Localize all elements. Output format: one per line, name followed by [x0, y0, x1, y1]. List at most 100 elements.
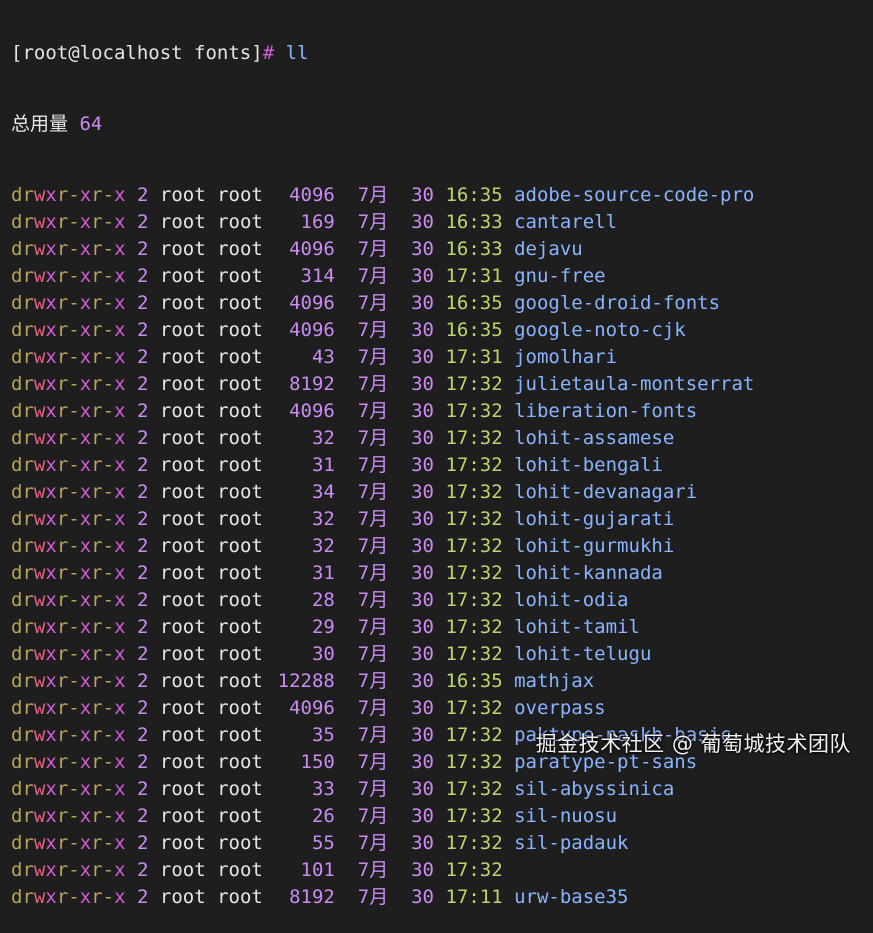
file-size: 32: [311, 535, 335, 557]
total-line: 总用量 64: [11, 111, 873, 138]
day: 30: [411, 211, 434, 233]
directory-name[interactable]: gnu-free: [514, 265, 606, 287]
directory-name[interactable]: lohit-gurmukhi: [514, 535, 674, 557]
day: 30: [411, 886, 434, 908]
day: 30: [411, 751, 434, 773]
group: root: [217, 832, 263, 854]
permissions: drwxr-xr-x: [11, 184, 126, 206]
file-size: 12288: [277, 670, 335, 692]
directory-name[interactable]: lohit-kannada: [514, 562, 663, 584]
permissions: drwxr-xr-x: [11, 238, 126, 260]
time: 17:31: [445, 265, 503, 287]
group: root: [217, 751, 263, 773]
permissions: drwxr-xr-x: [11, 481, 126, 503]
directory-name[interactable]: google-droid-fonts: [514, 292, 720, 314]
month: 7月: [357, 805, 389, 827]
day: 30: [411, 805, 434, 827]
time: 17:32: [445, 508, 503, 530]
listing-row: drwxr-xr-x 2 root root 101 7月 30 17:32: [11, 857, 873, 884]
permissions: drwxr-xr-x: [11, 373, 126, 395]
month: 7月: [357, 508, 389, 530]
directory-name[interactable]: lohit-assamese: [514, 427, 674, 449]
terminal-window[interactable]: [root@localhost fonts]# ll 总用量 64 drwxr-…: [0, 0, 873, 908]
day: 30: [411, 292, 434, 314]
owner: root: [159, 184, 206, 206]
link-count: 2: [136, 778, 149, 800]
owner: root: [159, 670, 206, 692]
day: 30: [411, 859, 434, 881]
owner: root: [159, 400, 206, 422]
link-count: 2: [136, 319, 149, 341]
group: root: [217, 454, 263, 476]
owner: root: [159, 535, 206, 557]
day: 30: [411, 238, 434, 260]
day: 30: [411, 832, 434, 854]
group: root: [217, 778, 263, 800]
prompt-user-host-dir: root@localhost fonts: [22, 42, 252, 64]
directory-name[interactable]: sil-abyssinica: [514, 778, 674, 800]
file-size: 32: [311, 427, 335, 449]
time: 17:32: [445, 562, 503, 584]
directory-name[interactable]: julietaula-montserrat: [514, 373, 754, 395]
time: 17:32: [445, 616, 503, 638]
directory-name[interactable]: cantarell: [514, 211, 617, 233]
month: 7月: [357, 859, 389, 881]
day: 30: [411, 589, 434, 611]
link-count: 2: [136, 805, 149, 827]
directory-name[interactable]: mathjax: [514, 670, 594, 692]
owner: root: [159, 238, 206, 260]
directory-name[interactable]: lohit-devanagari: [514, 481, 697, 503]
day: 30: [411, 508, 434, 530]
listing-row: drwxr-xr-x 2 root root 32 7月 30 17:32 loh…: [11, 425, 873, 452]
time: 17:32: [445, 832, 503, 854]
group: root: [217, 670, 263, 692]
listing-row: drwxr-xr-x 2 root root 31 7月 30 17:32 loh…: [11, 452, 873, 479]
link-count: 2: [136, 346, 149, 368]
link-count: 2: [136, 454, 149, 476]
permissions: drwxr-xr-x: [11, 535, 126, 557]
directory-name[interactable]: sil-nuosu: [514, 805, 617, 827]
permissions: drwxr-xr-x: [11, 805, 126, 827]
listing-row: drwxr-xr-x 2 root root 34 7月 30 17:32 loh…: [11, 479, 873, 506]
group: root: [217, 859, 263, 881]
command-text: ll: [285, 42, 309, 64]
file-size: 33: [311, 778, 335, 800]
directory-name[interactable]: liberation-fonts: [514, 400, 697, 422]
file-size: 28: [311, 589, 335, 611]
listing-row: drwxr-xr-x 2 root root 4096 7月 30 16:35 a…: [11, 182, 873, 209]
month: 7月: [357, 832, 389, 854]
month: 7月: [357, 616, 389, 638]
month: 7月: [357, 643, 389, 665]
listing-row: drwxr-xr-x 2 root root 8192 7月 30 17:32 j…: [11, 371, 873, 398]
permissions: drwxr-xr-x: [11, 454, 126, 476]
group: root: [217, 373, 263, 395]
group: root: [217, 238, 263, 260]
time: 16:35: [445, 184, 503, 206]
directory-name[interactable]: google-noto-cjk: [514, 319, 686, 341]
group: root: [217, 427, 263, 449]
directory-name[interactable]: sil-padauk: [514, 832, 628, 854]
directory-name[interactable]: dejavu: [514, 238, 583, 260]
directory-name[interactable]: jomolhari: [514, 346, 617, 368]
directory-name[interactable]: lohit-bengali: [514, 454, 663, 476]
file-size: 8192: [289, 373, 335, 395]
directory-name[interactable]: lohit-tamil: [514, 616, 640, 638]
directory-name[interactable]: adobe-source-code-pro: [514, 184, 754, 206]
directory-name[interactable]: urw-base35: [514, 886, 628, 908]
total-label: 总用量: [11, 113, 69, 135]
day: 30: [411, 724, 434, 746]
month: 7月: [357, 886, 389, 908]
directory-name[interactable]: lohit-gujarati: [514, 508, 674, 530]
permissions: drwxr-xr-x: [11, 292, 126, 314]
permissions: drwxr-xr-x: [11, 778, 126, 800]
month: 7月: [357, 211, 389, 233]
time: 16:35: [445, 670, 503, 692]
directory-name[interactable]: lohit-odia: [514, 589, 628, 611]
group: root: [217, 319, 263, 341]
directory-name[interactable]: lohit-telugu: [514, 643, 651, 665]
prompt-open-bracket: [: [11, 42, 23, 64]
day: 30: [411, 319, 434, 341]
month: 7月: [357, 319, 389, 341]
directory-name[interactable]: overpass: [514, 697, 606, 719]
time: 17:32: [445, 643, 503, 665]
